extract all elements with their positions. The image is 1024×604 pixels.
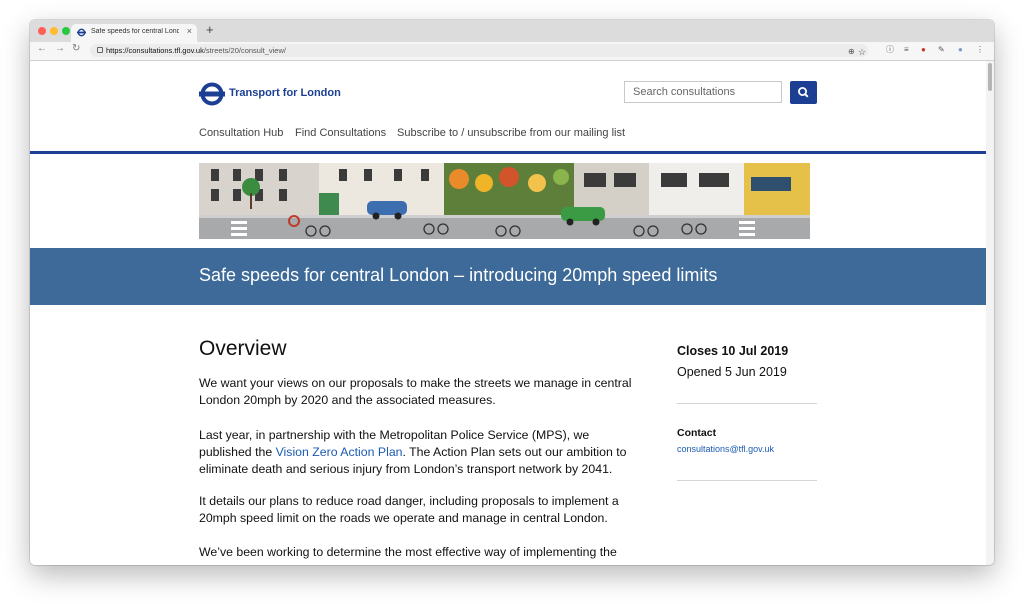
back-icon[interactable]: ←: [37, 43, 47, 54]
browser-toolbar: ← → ↻ https://consultations.tfl.gov.uk/s…: [30, 42, 994, 61]
browser-window: Safe speeds for central London – introdu…: [30, 20, 994, 565]
page-title-banner: Safe speeds for central London – introdu…: [30, 248, 986, 305]
overview-paragraph-1: We want your views on our proposals to m…: [199, 376, 632, 407]
overview-paragraph-4: We’ve been working to determine the most…: [199, 545, 617, 559]
menu-icon[interactable]: ⋮: [976, 45, 984, 55]
web-page: Transport for London Consultation Hub Fi…: [30, 61, 986, 565]
tab-strip: Safe speeds for central London – introdu…: [30, 20, 994, 42]
search-input[interactable]: [624, 81, 782, 103]
tab-close-icon[interactable]: ×: [187, 26, 192, 36]
nav-subscribe[interactable]: Subscribe to / unsubscribe from our mail…: [397, 127, 625, 139]
sidebar-divider: [677, 403, 817, 404]
nav-divider: [30, 151, 986, 154]
lock-icon: [97, 47, 103, 53]
tfl-roundel-icon[interactable]: [199, 81, 225, 107]
tab-title: Safe speeds for central London – introdu…: [91, 28, 179, 35]
extension-info-icon[interactable]: ⓘ: [886, 45, 894, 55]
tfl-roundel-icon: [77, 28, 86, 37]
minimize-window-button[interactable]: [50, 27, 58, 35]
profile-avatar-icon[interactable]: ●: [958, 45, 963, 55]
extension-stack-icon[interactable]: ≡: [904, 45, 909, 55]
zoom-icon[interactable]: ⊕: [848, 47, 855, 57]
address-bar[interactable]: https://consultations.tfl.gov.uk/streets…: [90, 44, 868, 57]
bookmark-star-icon[interactable]: ☆: [858, 47, 866, 57]
sidebar-divider: [677, 480, 817, 481]
nav-consultation-hub[interactable]: Consultation Hub: [199, 127, 283, 139]
closing-date: Closes 10 Jul 2019: [677, 344, 789, 358]
brand-name[interactable]: Transport for London: [229, 87, 341, 99]
vision-zero-link[interactable]: Vision Zero Action Plan: [276, 445, 403, 459]
scrollbar-thumb[interactable]: [988, 63, 992, 91]
forward-icon[interactable]: →: [55, 43, 65, 54]
close-window-button[interactable]: [38, 27, 46, 35]
page-scrollbar[interactable]: [986, 61, 994, 565]
search-icon: [797, 87, 809, 98]
tab-active[interactable]: Safe speeds for central London – introdu…: [71, 24, 197, 42]
search-button[interactable]: [790, 81, 817, 104]
maximize-window-button[interactable]: [62, 27, 70, 35]
overview-paragraph-3: It details our plans to reduce road dang…: [199, 494, 619, 525]
extension-red-icon[interactable]: ●: [921, 45, 926, 55]
opening-date: Opened 5 Jun 2019: [677, 365, 787, 379]
reload-icon[interactable]: ↻: [72, 43, 80, 54]
extension-tool-icon[interactable]: ✎: [938, 45, 945, 55]
contact-email-link[interactable]: consultations@tfl.gov.uk: [677, 444, 774, 454]
new-tab-button[interactable]: +: [206, 22, 214, 37]
contact-heading: Contact: [677, 427, 717, 439]
overview-paragraph-2: Last year, in partnership with the Metro…: [199, 428, 627, 476]
overview-heading: Overview: [199, 337, 287, 360]
url-text: https://consultations.tfl.gov.uk/streets…: [106, 46, 286, 55]
nav-find-consultations[interactable]: Find Consultations: [295, 127, 386, 139]
street-illustration-banner: [199, 163, 810, 239]
page-title: Safe speeds for central London – introdu…: [199, 265, 718, 285]
